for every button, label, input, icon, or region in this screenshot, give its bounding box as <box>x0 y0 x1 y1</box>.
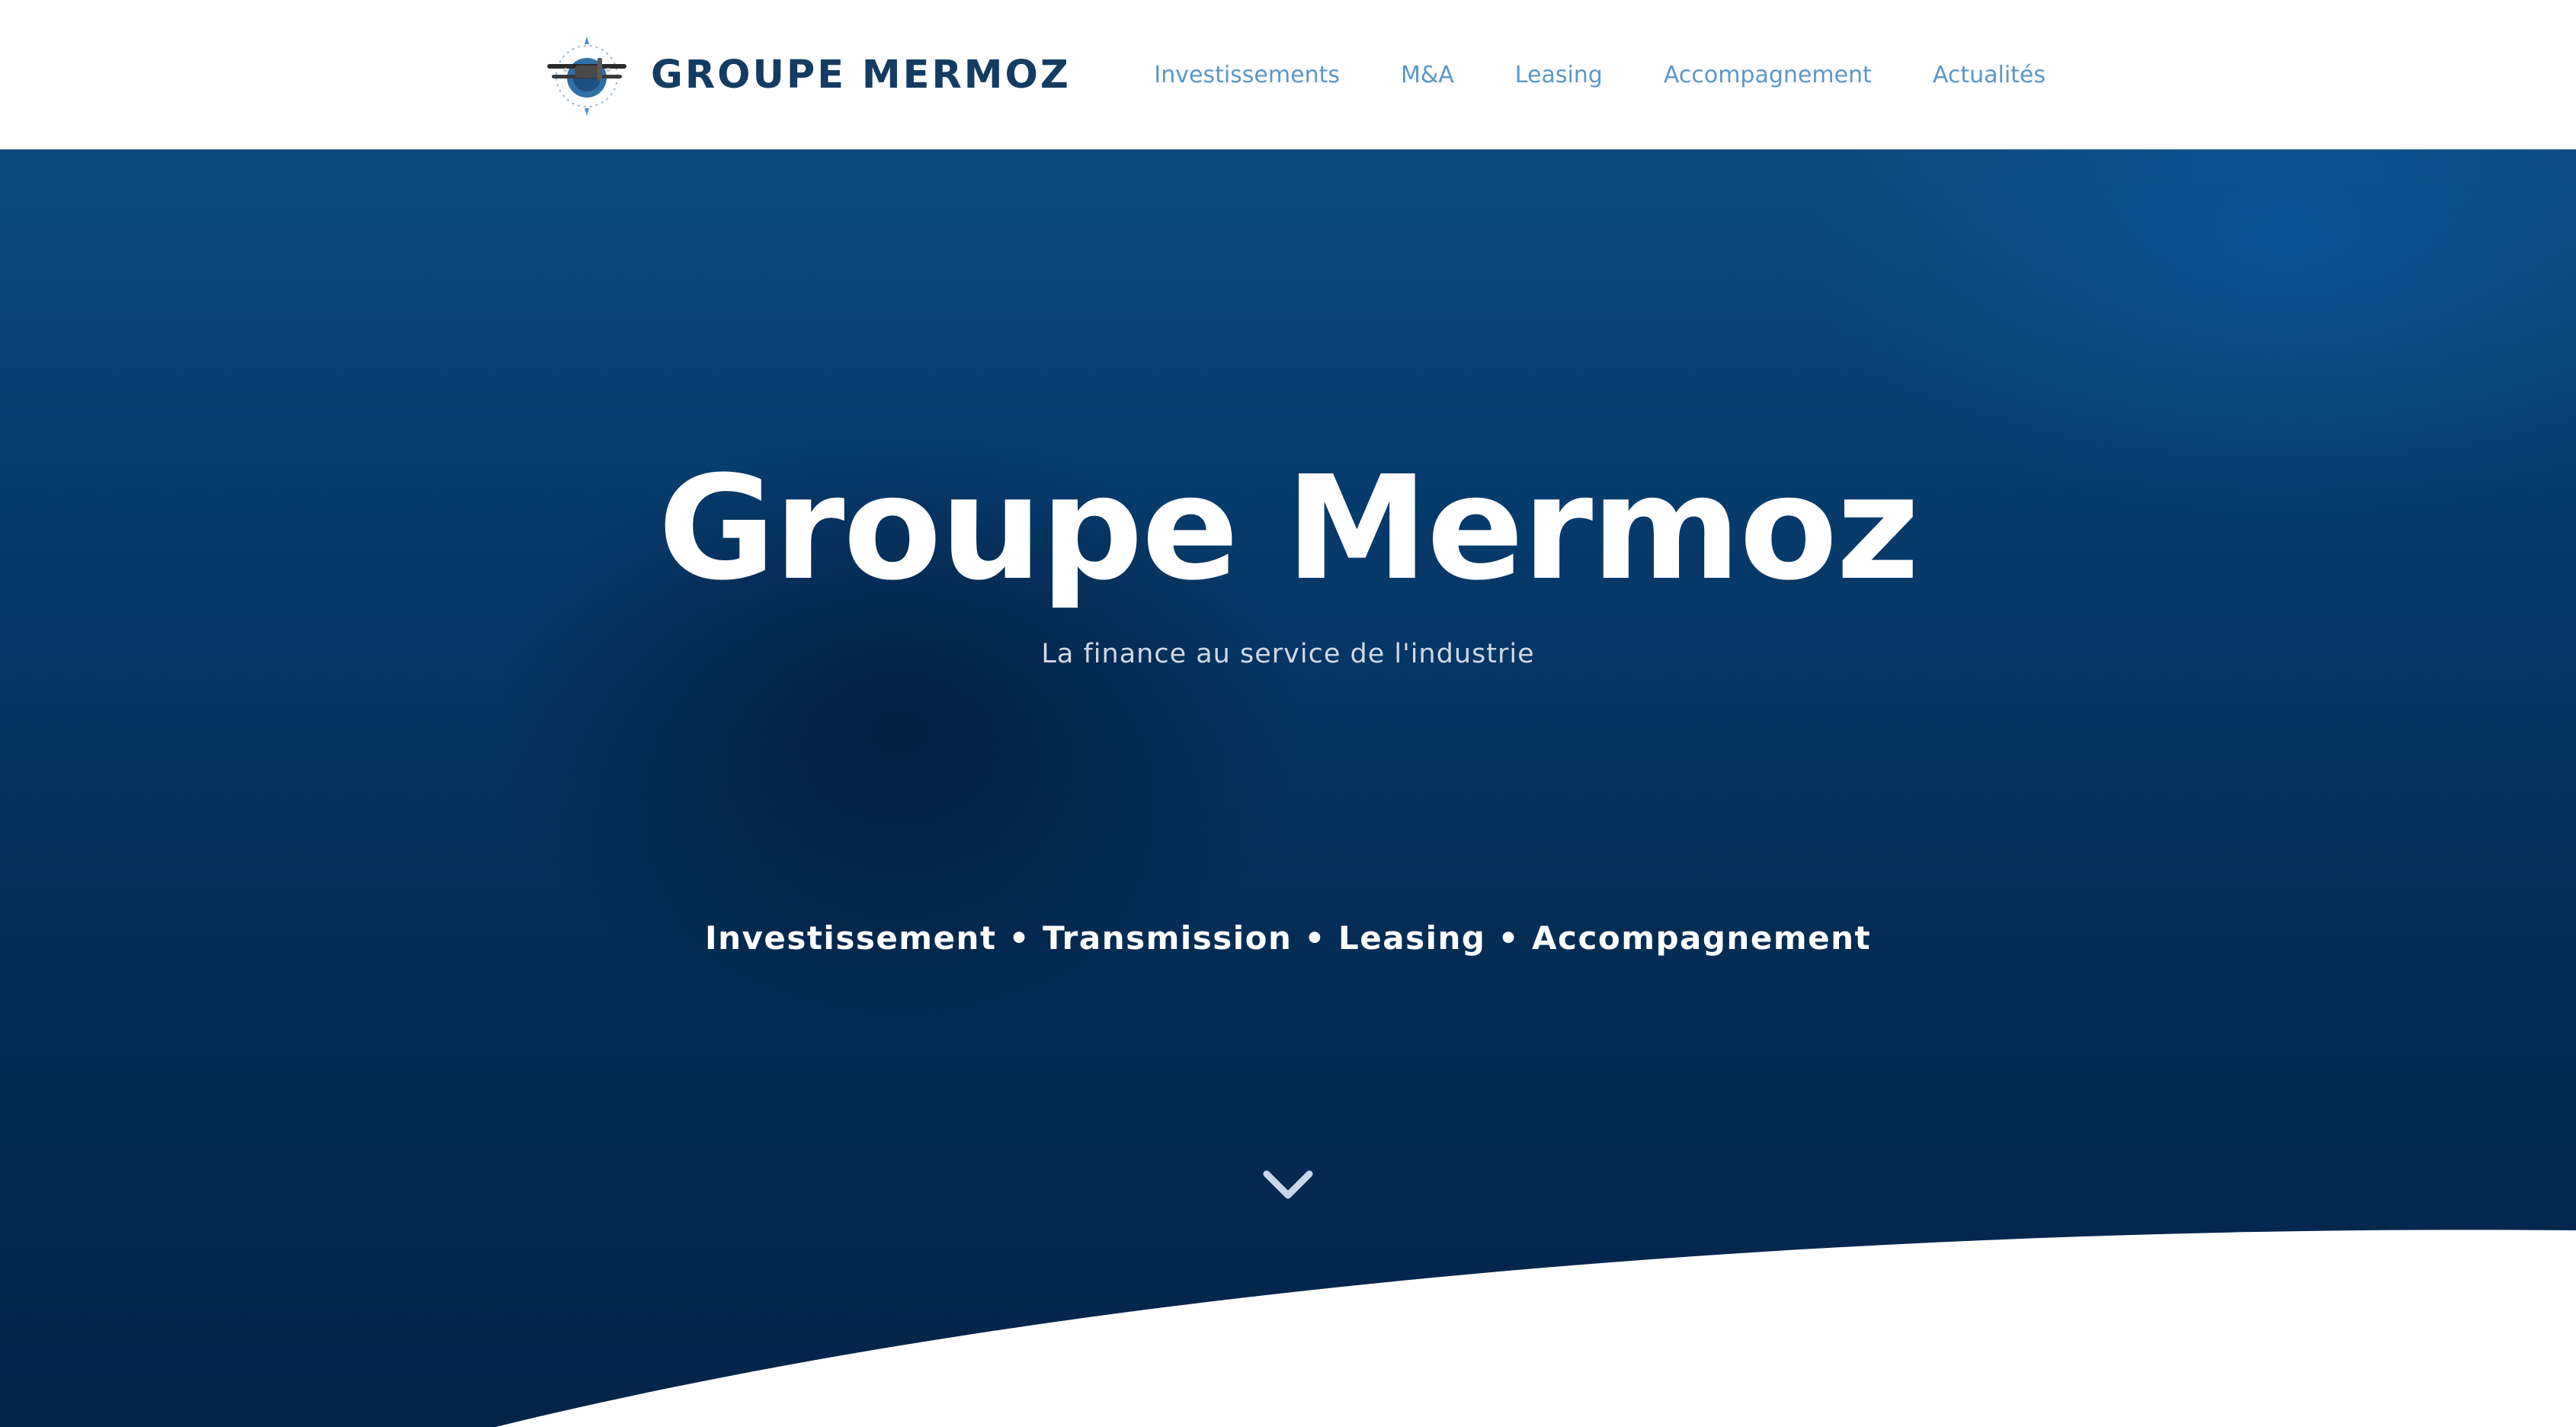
site-header: GROUPE MERMOZ Investissements M&A Leasin… <box>0 0 2576 149</box>
hero-subtitle: La finance au service de l'industrie <box>1041 639 1535 669</box>
hero-tagline: Investissement • Transmission • Leasing … <box>704 919 1872 957</box>
main-nav: Investissements M&A Leasing Accompagneme… <box>1093 0 2046 149</box>
nav-item-accompagnement: Accompagnement <box>1664 62 1872 88</box>
brand-name: GROUPE MERMOZ <box>651 52 1071 98</box>
nav-link-leasing[interactable]: Leasing <box>1515 62 1603 88</box>
nav-item-ma: M&A <box>1401 62 1454 88</box>
chevron-down-icon[interactable] <box>1261 1163 1315 1206</box>
hero-title: Groupe Mermoz <box>658 445 1919 612</box>
nav-link-actualites[interactable]: Actualités <box>1933 62 2046 88</box>
nav-item-leasing: Leasing <box>1515 62 1603 88</box>
nav-link-investissements[interactable]: Investissements <box>1154 62 1340 88</box>
nav-item-actualites: Actualités <box>1933 62 2046 88</box>
nav-link-ma[interactable]: M&A <box>1401 62 1454 88</box>
nav-item-investissements: Investissements <box>1154 62 1340 88</box>
brand-home-link[interactable]: GROUPE MERMOZ <box>543 30 1071 119</box>
hero-section: Groupe Mermoz La finance au service de l… <box>0 149 2576 1427</box>
hero-bottom-wave <box>495 1230 2576 1427</box>
logo-icon <box>547 37 626 116</box>
nav-link-accompagnement[interactable]: Accompagnement <box>1664 62 1872 88</box>
